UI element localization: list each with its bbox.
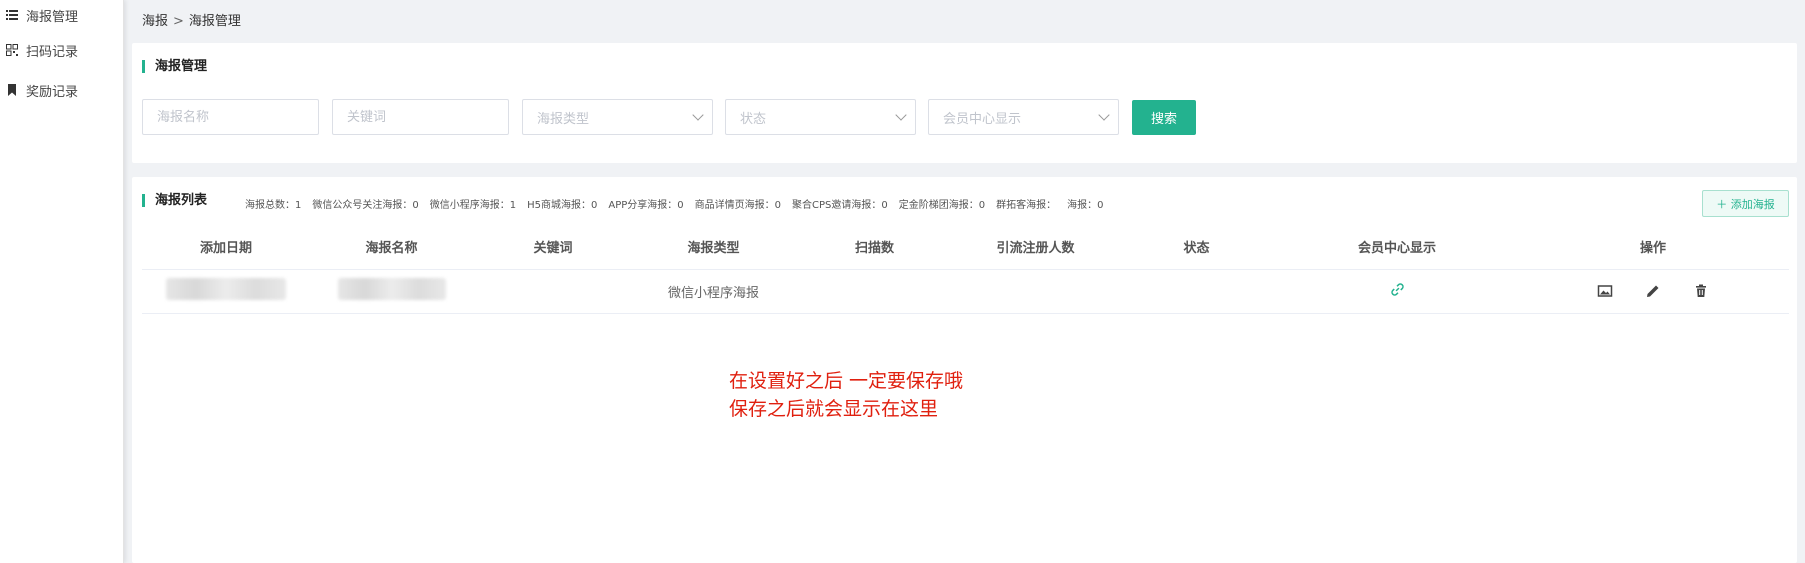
cell-member-center (1277, 269, 1517, 314)
cell-type: 微信小程序海报 (633, 269, 794, 314)
stat-product-detail: 商品详情页海报：0 (694, 200, 782, 211)
add-poster-button[interactable]: ＋ 添加海报 (1702, 190, 1789, 217)
delete-icon[interactable] (1693, 283, 1709, 299)
sidebar-item-label: 扫码记录 (26, 44, 79, 60)
main-content: 海报 > 海报管理 海报管理 海报类型 状态 会员中心显示 搜索 海报列表 海报 (132, 0, 1805, 563)
poster-stats: 海报总数：1 微信公众号关注海报：0 微信小程序海报：1 H5商城海报：0 AP… (245, 196, 1115, 211)
list-card-title: 海报列表 (142, 194, 207, 207)
member-center-select[interactable]: 会员中心显示 (928, 99, 1119, 135)
member-center-placeholder: 会员中心显示 (943, 111, 1022, 127)
breadcrumb-root[interactable]: 海报 (142, 14, 168, 29)
stat-total: 海报总数：1 (245, 200, 302, 211)
stat-h5: H5商城海报：0 (527, 200, 598, 211)
sidebar-item-label: 海报管理 (26, 9, 79, 25)
column-header-type: 海报类型 (633, 225, 794, 270)
column-header-registrations: 引流注册人数 (955, 225, 1116, 270)
cell-keyword (473, 269, 633, 314)
sidebar: 海报管理 扫码记录 奖励记录 (0, 0, 124, 563)
stat-deposit: 定金阶梯团海报：0 (898, 200, 986, 211)
cell-date (142, 269, 310, 314)
link-icon[interactable] (1390, 282, 1405, 297)
chevron-down-icon (895, 109, 907, 121)
annotation-line-2: 保存之后就会显示在这里 (729, 398, 939, 420)
cell-status (1116, 269, 1277, 314)
stat-app: APP分享海报：0 (608, 200, 684, 211)
stat-wechat-miniprogram: 微信小程序海报：1 (429, 200, 517, 211)
bookmark-icon (8, 84, 16, 96)
search-card-title: 海报管理 (142, 60, 207, 73)
column-header-date: 添加日期 (142, 225, 310, 270)
qrcode-icon (6, 44, 18, 56)
action-icons (1517, 283, 1789, 299)
stat-cps: 聚合CPS邀请海报：0 (792, 200, 888, 211)
list-icon (6, 10, 18, 20)
column-header-actions: 操作 (1517, 225, 1789, 270)
stat-poster: 海报：0 (1067, 200, 1104, 211)
cell-registrations (955, 269, 1116, 314)
keyword-input[interactable] (332, 99, 509, 135)
blurred-date (166, 278, 286, 300)
status-placeholder: 状态 (740, 111, 767, 127)
table-header-row: 添加日期 海报名称 关键词 海报类型 扫描数 引流注册人数 状态 会员中心显示 … (142, 225, 1789, 270)
poster-type-placeholder: 海报类型 (537, 111, 590, 127)
column-header-member-center: 会员中心显示 (1277, 225, 1517, 270)
list-card: 海报列表 海报总数：1 微信公众号关注海报：0 微信小程序海报：1 H5商城海报… (132, 177, 1797, 563)
cell-actions (1517, 269, 1789, 314)
poster-name-input[interactable] (142, 99, 319, 135)
cell-name (310, 269, 473, 314)
column-header-keyword: 关键词 (473, 225, 633, 270)
sidebar-item-reward-records[interactable]: 奖励记录 (0, 70, 123, 110)
column-header-status: 状态 (1116, 225, 1277, 270)
breadcrumb-separator: > (173, 14, 184, 29)
breadcrumb-current: 海报管理 (188, 14, 241, 29)
cell-scans (794, 269, 955, 314)
status-select[interactable]: 状态 (725, 99, 916, 135)
poster-type-select[interactable]: 海报类型 (522, 99, 713, 135)
poster-table: 添加日期 海报名称 关键词 海报类型 扫描数 引流注册人数 状态 会员中心显示 … (142, 225, 1789, 314)
breadcrumb: 海报 > 海报管理 (142, 10, 241, 29)
table-row: 微信小程序海报 (142, 269, 1789, 314)
annotation-line-1: 在设置好之后 一定要保存哦 (729, 370, 964, 392)
sidebar-item-label: 奖励记录 (26, 84, 79, 100)
column-header-name: 海报名称 (310, 225, 473, 270)
image-icon[interactable] (1597, 283, 1613, 299)
annotation-note: 在设置好之后 一定要保存哦 保存之后就会显示在这里 (729, 367, 963, 423)
sidebar-item-poster-management[interactable]: 海报管理 (0, 0, 123, 30)
blurred-name (337, 278, 446, 300)
stat-group: 群拓客海报： (996, 200, 1057, 211)
column-header-scans: 扫描数 (794, 225, 955, 270)
edit-icon[interactable] (1645, 283, 1661, 299)
search-button[interactable]: 搜索 (1132, 99, 1196, 135)
chevron-down-icon (692, 109, 704, 121)
stat-wechat-official: 微信公众号关注海报：0 (312, 200, 419, 211)
search-form: 海报类型 状态 会员中心显示 搜索 (142, 99, 1196, 135)
chevron-down-icon (1098, 109, 1110, 121)
sidebar-item-scan-records[interactable]: 扫码记录 (0, 30, 123, 70)
search-card: 海报管理 海报类型 状态 会员中心显示 搜索 (132, 43, 1797, 163)
